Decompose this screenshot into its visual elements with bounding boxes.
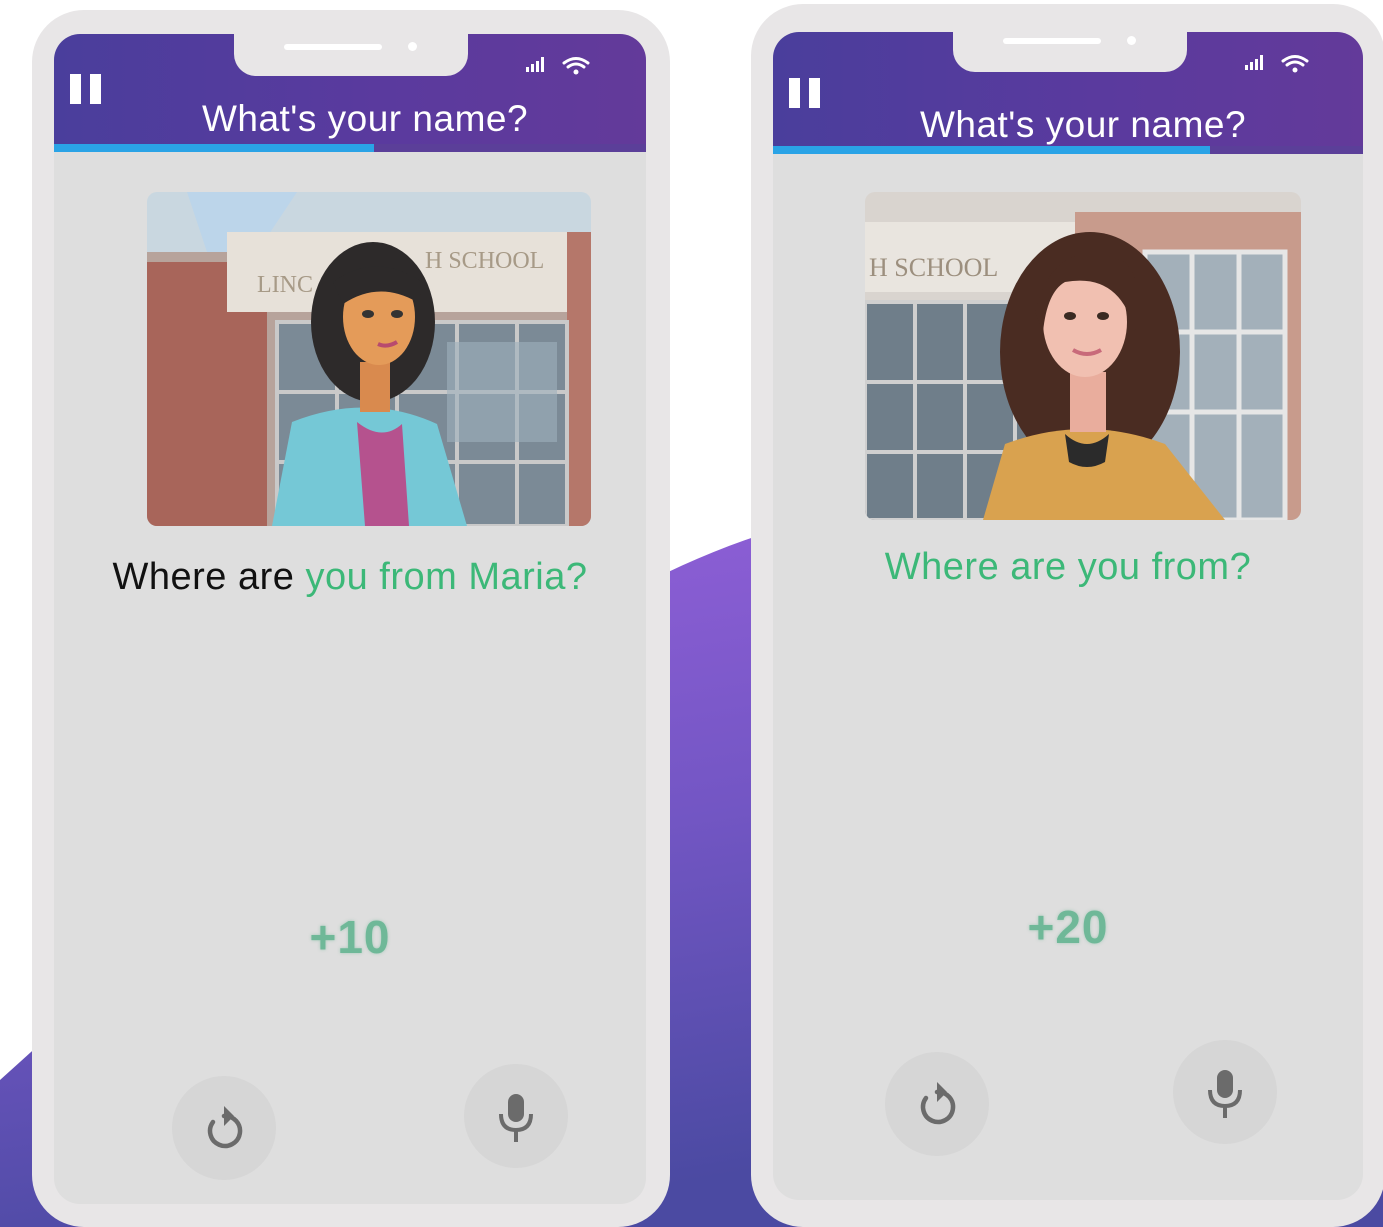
page-title: What's your name? [919, 104, 1247, 145]
sign-text: H SCHOOL [425, 248, 544, 274]
question-prefix: Where are [112, 556, 306, 598]
sign-prefix: LINC [257, 272, 313, 298]
pause-icon [70, 74, 81, 104]
wifi-icon [562, 57, 590, 69]
camera-dot [1127, 36, 1136, 45]
replay-icon [207, 1106, 243, 1149]
replay-button[interactable] [885, 1052, 989, 1156]
replay-button[interactable] [172, 1076, 276, 1180]
microphone-button[interactable] [464, 1064, 568, 1168]
microphone-icon [1208, 1070, 1242, 1118]
progress-fill [773, 146, 1210, 154]
school-scene-image: LINC H SCHOOL [147, 192, 591, 526]
points-earned: +20 [1027, 901, 1109, 953]
school-scene-image: H SCHOOL [865, 192, 1301, 520]
microphone-icon [499, 1094, 533, 1142]
points-earned: +10 [309, 911, 391, 963]
wifi-icon [1281, 55, 1309, 67]
microphone-button[interactable] [1173, 1040, 1277, 1144]
question-highlight: you from Maria? [305, 556, 588, 598]
speaker-slot [1003, 38, 1101, 44]
scene-illustration: H SCHOOL [865, 192, 1301, 520]
replay-icon [920, 1082, 956, 1125]
status-icons [1245, 55, 1309, 73]
notch [234, 10, 468, 76]
question-text: Where are you from? [773, 546, 1363, 589]
phone-right: What's your name? H SCHOOL Where are you… [751, 4, 1383, 1227]
pause-icon [789, 78, 800, 108]
progress-bar [54, 144, 646, 152]
sign-text: H SCHOOL [869, 253, 998, 282]
phone-left: What's your name? LINC H SCHOOL Where ar… [32, 10, 670, 1227]
scene-illustration: LINC H SCHOOL [147, 192, 591, 526]
speaker-slot [284, 44, 382, 50]
notch [953, 4, 1187, 72]
screen-left: What's your name? LINC H SCHOOL Where ar… [54, 34, 646, 1204]
progress-bar [773, 146, 1363, 154]
signal-icon [526, 57, 544, 72]
signal-icon [1245, 55, 1263, 70]
progress-fill [54, 144, 374, 152]
page-title: What's your name? [201, 98, 529, 139]
status-icons [526, 57, 590, 75]
screen-right: What's your name? H SCHOOL Where are you… [773, 32, 1363, 1200]
question-text: Where are you from Maria? [54, 556, 646, 599]
camera-dot [408, 42, 417, 51]
question-highlight: Where are you from? [884, 546, 1252, 588]
